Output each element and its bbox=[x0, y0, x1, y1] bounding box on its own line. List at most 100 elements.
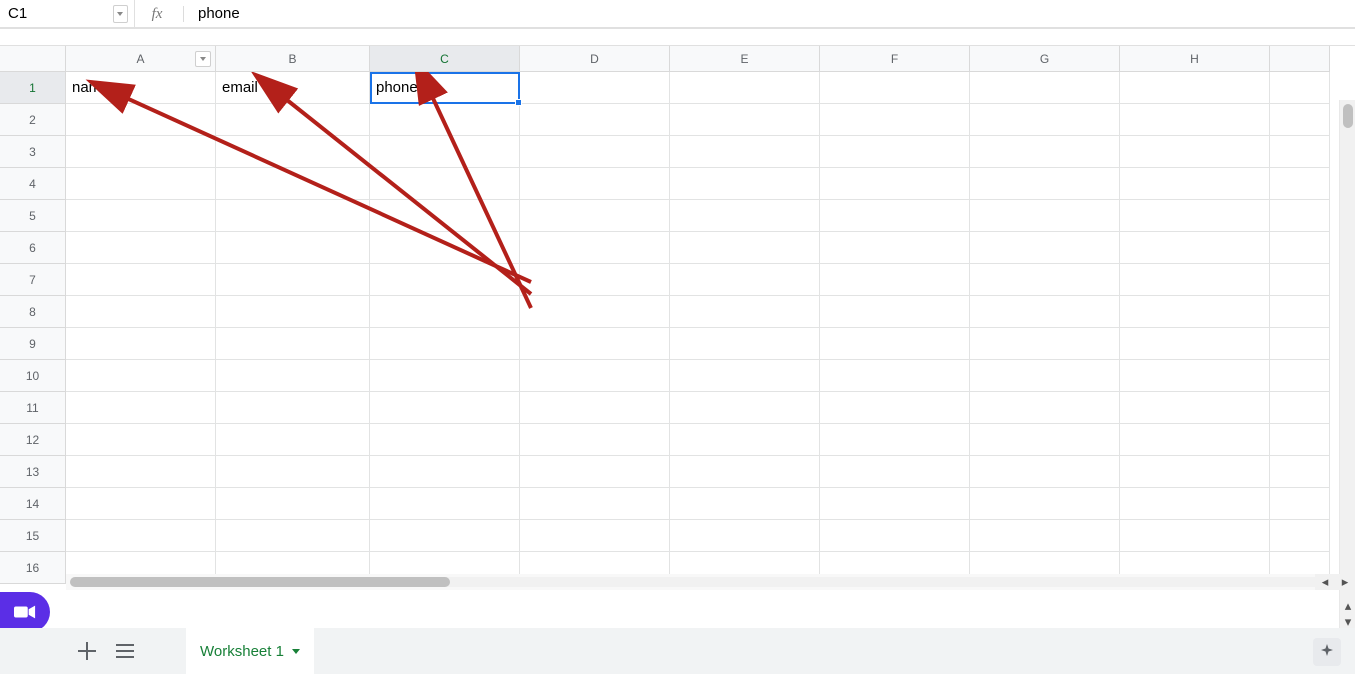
cell-H7[interactable] bbox=[1120, 264, 1270, 296]
cell-I12[interactable] bbox=[1270, 424, 1330, 456]
cell-A13[interactable] bbox=[66, 456, 216, 488]
cell-B6[interactable] bbox=[216, 232, 370, 264]
cell-C6[interactable] bbox=[370, 232, 520, 264]
scrollbar-thumb[interactable] bbox=[1343, 104, 1353, 128]
row-header-9[interactable]: 9 bbox=[0, 328, 66, 360]
cell-C12[interactable] bbox=[370, 424, 520, 456]
cell-A1[interactable]: name bbox=[66, 72, 216, 104]
formula-input[interactable] bbox=[192, 0, 1355, 27]
cell-F6[interactable] bbox=[820, 232, 970, 264]
cell-D15[interactable] bbox=[520, 520, 670, 552]
cell-G14[interactable] bbox=[970, 488, 1120, 520]
cell-H10[interactable] bbox=[1120, 360, 1270, 392]
cell-C10[interactable] bbox=[370, 360, 520, 392]
cell-I2[interactable] bbox=[1270, 104, 1330, 136]
sheet-tab-active[interactable]: Worksheet 1 bbox=[186, 628, 314, 674]
cell-G12[interactable] bbox=[970, 424, 1120, 456]
cell-F3[interactable] bbox=[820, 136, 970, 168]
cell-H1[interactable] bbox=[1120, 72, 1270, 104]
cell-D14[interactable] bbox=[520, 488, 670, 520]
cell-B4[interactable] bbox=[216, 168, 370, 200]
cell-grid[interactable]: name email phone bbox=[66, 72, 1330, 584]
cell-G2[interactable] bbox=[970, 104, 1120, 136]
cell-G11[interactable] bbox=[970, 392, 1120, 424]
row-header-12[interactable]: 12 bbox=[0, 424, 66, 456]
cell-E13[interactable] bbox=[670, 456, 820, 488]
cell-F15[interactable] bbox=[820, 520, 970, 552]
cell-G6[interactable] bbox=[970, 232, 1120, 264]
cell-H3[interactable] bbox=[1120, 136, 1270, 168]
cell-H9[interactable] bbox=[1120, 328, 1270, 360]
col-header-E[interactable]: E bbox=[670, 46, 820, 72]
name-box-dropdown[interactable] bbox=[113, 5, 128, 23]
cell-B11[interactable] bbox=[216, 392, 370, 424]
cell-D4[interactable] bbox=[520, 168, 670, 200]
cell-F1[interactable] bbox=[820, 72, 970, 104]
cell-A7[interactable] bbox=[66, 264, 216, 296]
scrollbar-thumb[interactable] bbox=[70, 577, 450, 587]
cell-A2[interactable] bbox=[66, 104, 216, 136]
cell-H6[interactable] bbox=[1120, 232, 1270, 264]
cell-A10[interactable] bbox=[66, 360, 216, 392]
cell-E5[interactable] bbox=[670, 200, 820, 232]
col-header-A[interactable]: A bbox=[66, 46, 216, 72]
cell-F11[interactable] bbox=[820, 392, 970, 424]
cell-F8[interactable] bbox=[820, 296, 970, 328]
cell-B1[interactable]: email bbox=[216, 72, 370, 104]
cell-C8[interactable] bbox=[370, 296, 520, 328]
cell-H2[interactable] bbox=[1120, 104, 1270, 136]
cell-E11[interactable] bbox=[670, 392, 820, 424]
col-header-C[interactable]: C bbox=[370, 46, 520, 72]
cell-H4[interactable] bbox=[1120, 168, 1270, 200]
chevron-down-icon[interactable] bbox=[292, 649, 300, 654]
cell-G8[interactable] bbox=[970, 296, 1120, 328]
cell-C11[interactable] bbox=[370, 392, 520, 424]
cell-B13[interactable] bbox=[216, 456, 370, 488]
cell-F2[interactable] bbox=[820, 104, 970, 136]
all-sheets-button[interactable] bbox=[108, 634, 142, 668]
cell-G3[interactable] bbox=[970, 136, 1120, 168]
cell-E14[interactable] bbox=[670, 488, 820, 520]
horizontal-scrollbar[interactable] bbox=[66, 574, 1339, 590]
name-box-input[interactable] bbox=[0, 0, 113, 27]
cell-G4[interactable] bbox=[970, 168, 1120, 200]
cell-B10[interactable] bbox=[216, 360, 370, 392]
cell-A15[interactable] bbox=[66, 520, 216, 552]
cell-H15[interactable] bbox=[1120, 520, 1270, 552]
cell-A12[interactable] bbox=[66, 424, 216, 456]
record-button[interactable] bbox=[0, 592, 50, 632]
row-header-5[interactable]: 5 bbox=[0, 200, 66, 232]
cell-A9[interactable] bbox=[66, 328, 216, 360]
cell-A11[interactable] bbox=[66, 392, 216, 424]
cell-B8[interactable] bbox=[216, 296, 370, 328]
row-header-4[interactable]: 4 bbox=[0, 168, 66, 200]
col-header-H[interactable]: H bbox=[1120, 46, 1270, 72]
cell-B3[interactable] bbox=[216, 136, 370, 168]
cell-I8[interactable] bbox=[1270, 296, 1330, 328]
cell-H13[interactable] bbox=[1120, 456, 1270, 488]
cell-H8[interactable] bbox=[1120, 296, 1270, 328]
row-header-13[interactable]: 13 bbox=[0, 456, 66, 488]
cell-A14[interactable] bbox=[66, 488, 216, 520]
cell-I11[interactable] bbox=[1270, 392, 1330, 424]
vertical-scrollbar[interactable]: ▴ ▾ bbox=[1339, 100, 1355, 630]
row-header-11[interactable]: 11 bbox=[0, 392, 66, 424]
cell-C15[interactable] bbox=[370, 520, 520, 552]
cell-I3[interactable] bbox=[1270, 136, 1330, 168]
cell-E8[interactable] bbox=[670, 296, 820, 328]
cell-E10[interactable] bbox=[670, 360, 820, 392]
cell-C4[interactable] bbox=[370, 168, 520, 200]
cell-B14[interactable] bbox=[216, 488, 370, 520]
cell-G1[interactable] bbox=[970, 72, 1120, 104]
cell-D2[interactable] bbox=[520, 104, 670, 136]
row-header-3[interactable]: 3 bbox=[0, 136, 66, 168]
cell-F5[interactable] bbox=[820, 200, 970, 232]
cell-D8[interactable] bbox=[520, 296, 670, 328]
cell-B7[interactable] bbox=[216, 264, 370, 296]
cell-A5[interactable] bbox=[66, 200, 216, 232]
scrollbar-track[interactable] bbox=[70, 577, 1335, 587]
cell-E12[interactable] bbox=[670, 424, 820, 456]
cell-D3[interactable] bbox=[520, 136, 670, 168]
cell-I6[interactable] bbox=[1270, 232, 1330, 264]
row-header-7[interactable]: 7 bbox=[0, 264, 66, 296]
